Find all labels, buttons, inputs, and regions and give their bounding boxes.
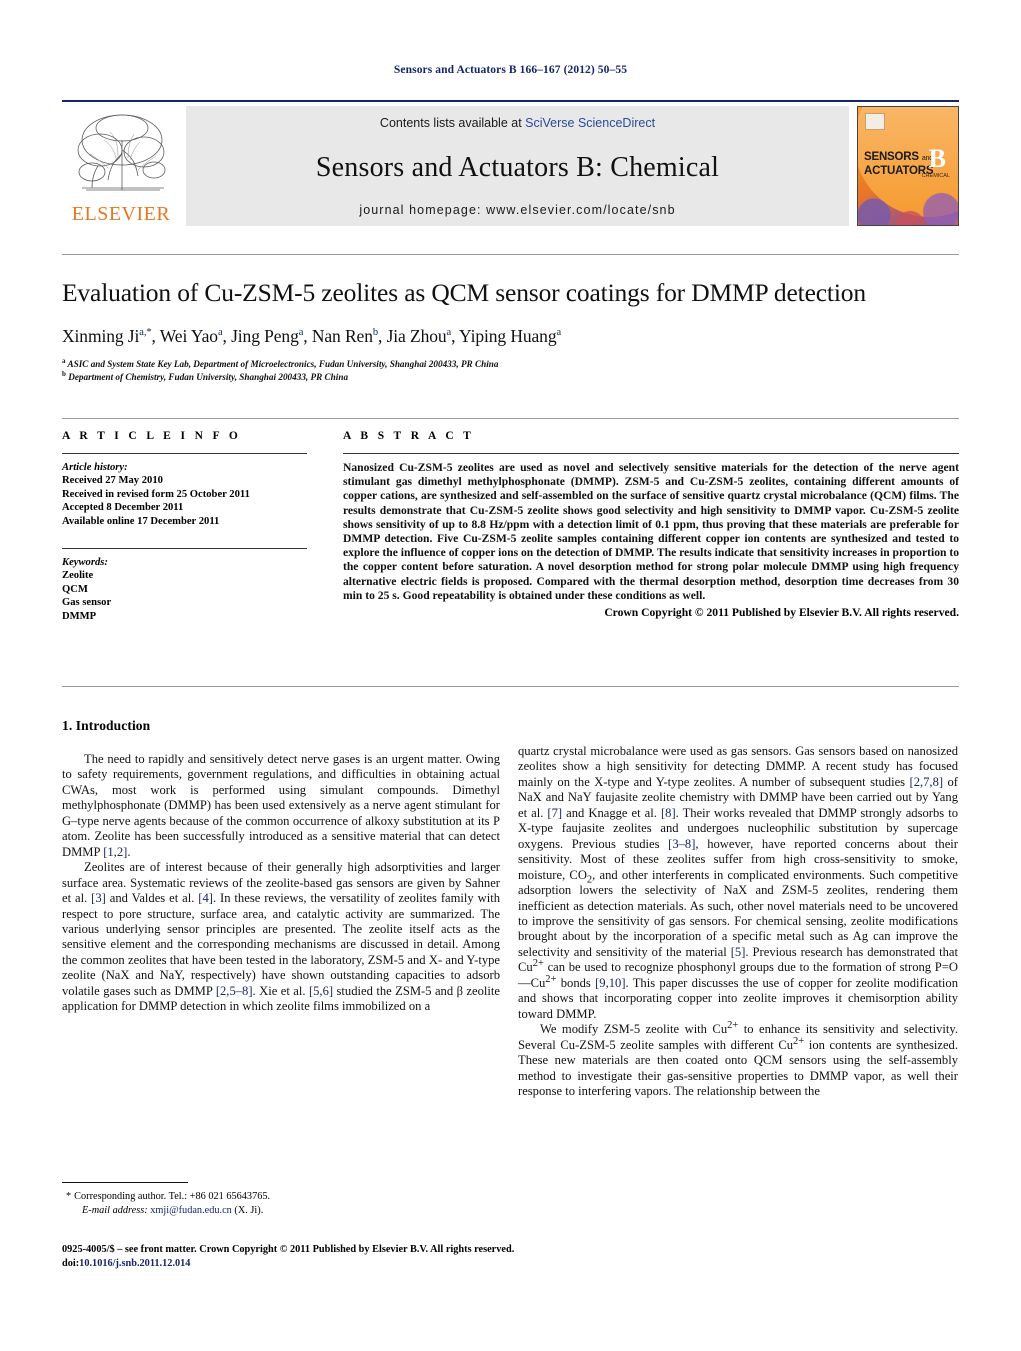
journal-article-page: Sensors and Actuators B 166–167 (2012) 5… [0,0,1021,1351]
history-item: Received 27 May 2010 [62,475,163,487]
journal-title: Sensors and Actuators B: Chemical [315,152,720,183]
elsevier-logo: ELSEVIER [62,106,180,226]
body-column-left: 1. Introduction The need to rapidly and … [62,718,500,1015]
affiliation-a-text: ASIC and System State Key Lab, Departmen… [67,359,499,369]
paragraph: We modify ZSM-5 zeolite with Cu2+ to enh… [518,1019,959,1098]
history-item: Accepted 8 December 2011 [62,502,184,514]
article-info-heading: A R T I C L E I N F O [62,430,242,442]
doi-line: doi:10.1016/j.snb.2011.12.014 [62,1257,962,1271]
journal-band: Contents lists available at SciVerse Sci… [186,106,849,226]
imprint-block: 0925-4005/$ – see front matter. Crown Co… [62,1243,962,1270]
affiliation-list: a ASIC and System State Key Lab, Departm… [62,356,959,383]
paragraph: Zeolites are of interest because of thei… [62,860,500,1014]
abstract-rule [343,453,959,454]
article-history-label: Article history: [62,462,128,473]
cover-splash-decoration [858,173,958,225]
affiliation-b-text: Department of Chemistry, Fudan Universit… [68,371,349,382]
journal-masthead: ELSEVIER Contents lists available at Sci… [62,100,959,226]
abstract-copyright: Crown Copyright © 2011 Published by Else… [604,606,959,620]
homepage-label: journal homepage: [359,203,482,217]
footnote-line-1: * Corresponding author. Tel.: +86 021 656… [62,1190,500,1204]
keyword-item: Zeolite [62,570,94,582]
history-item: Received in revised form 25 October 2011 [62,488,250,500]
body-column-right: quartz crystal microbalance were used as… [518,744,958,1099]
abstract-heading: A B S T R A C T [343,430,475,442]
info-divider-bottom [62,686,959,687]
keywords-label: Keywords: [62,557,108,569]
corresponding-author-footnote: * Corresponding author. Tel.: +86 021 656… [62,1190,500,1217]
paragraph: quartz crystal microbalance were used as… [518,744,959,1021]
cover-line1: SENSORS [864,151,919,163]
article-info-column: A R T I C L E I N F O Article history: R… [62,430,307,623]
journal-homepage-line: journal homepage: www.elsevier.com/locat… [186,203,849,217]
contents-prefix: Contents lists available at [379,116,526,130]
abstract-text: Nanosized Cu-ZSM-5 zeolites are used as … [343,461,959,602]
section-heading-introduction: 1. Introduction [62,718,151,733]
corresponding-author-text: Corresponding author. Tel.: +86 021 6564… [74,1191,271,1202]
footnote-divider [62,1182,188,1183]
email-label: E-mail address: [82,1204,148,1216]
keyword-item: Gas sensor [62,597,112,609]
history-item: Available online 17 December 2011 [62,515,220,527]
journal-cover-thumbnail: SENSORS and ACTUATORS B CHEMICAL [857,106,959,226]
info-divider-top [62,418,959,419]
email-link[interactable]: xmji@fudan.edu.cn [150,1205,232,1216]
footnote-line-2: E-mail address: xmji@fudan.edu.cn (X. Ji… [62,1204,500,1218]
article-info-rule [62,453,307,454]
email-suffix: (X. Ji). [234,1204,264,1216]
keyword-item: QCM [62,583,88,595]
affiliation-a: a ASIC and System State Key Lab, Departm… [62,356,499,369]
abstract-column: A B S T R A C T Nanosized Cu-ZSM-5 zeoli… [343,430,959,619]
elsevier-wordmark: ELSEVIER [71,203,171,225]
running-head: Sensors and Actuators B 166–167 (2012) 5… [393,64,628,76]
title-divider [62,254,959,255]
author-list: Xinming Jia,*, Wei Yaoa, Jing Penga, Nan… [62,326,562,346]
doi-label: doi: [62,1257,80,1269]
footnote-asterisk: * [66,1191,72,1202]
cover-elsevier-mini-logo-icon [865,113,885,130]
paragraph: The need to rapidly and sensitively dete… [62,752,500,859]
cover-series-letter: B [928,144,946,173]
keywords-block: Keywords: Zeolite QCM Gas sensor DMMP [62,556,307,623]
elsevier-tree-icon [77,114,166,191]
doi-link[interactable]: 10.1016/j.snb.2011.12.014 [79,1258,190,1269]
imprint-line: 0925-4005/$ – see front matter. Crown Co… [62,1244,515,1255]
page-title: Evaluation of Cu-ZSM-5 zeolites as QCM s… [62,278,866,307]
keywords-rule [62,548,307,550]
cover-sublabel: CHEMICAL [921,173,950,179]
keyword-item: DMMP [62,610,97,622]
article-history-block: Article history: Received 27 May 2010 Re… [62,461,307,528]
sciencedirect-link[interactable]: SciVerse ScienceDirect [525,116,655,130]
contents-available-line: Contents lists available at SciVerse Sci… [186,116,849,130]
affiliation-b: b Department of Chemistry, Fudan Univers… [62,369,349,382]
homepage-url[interactable]: www.elsevier.com/locate/snb [486,203,676,217]
